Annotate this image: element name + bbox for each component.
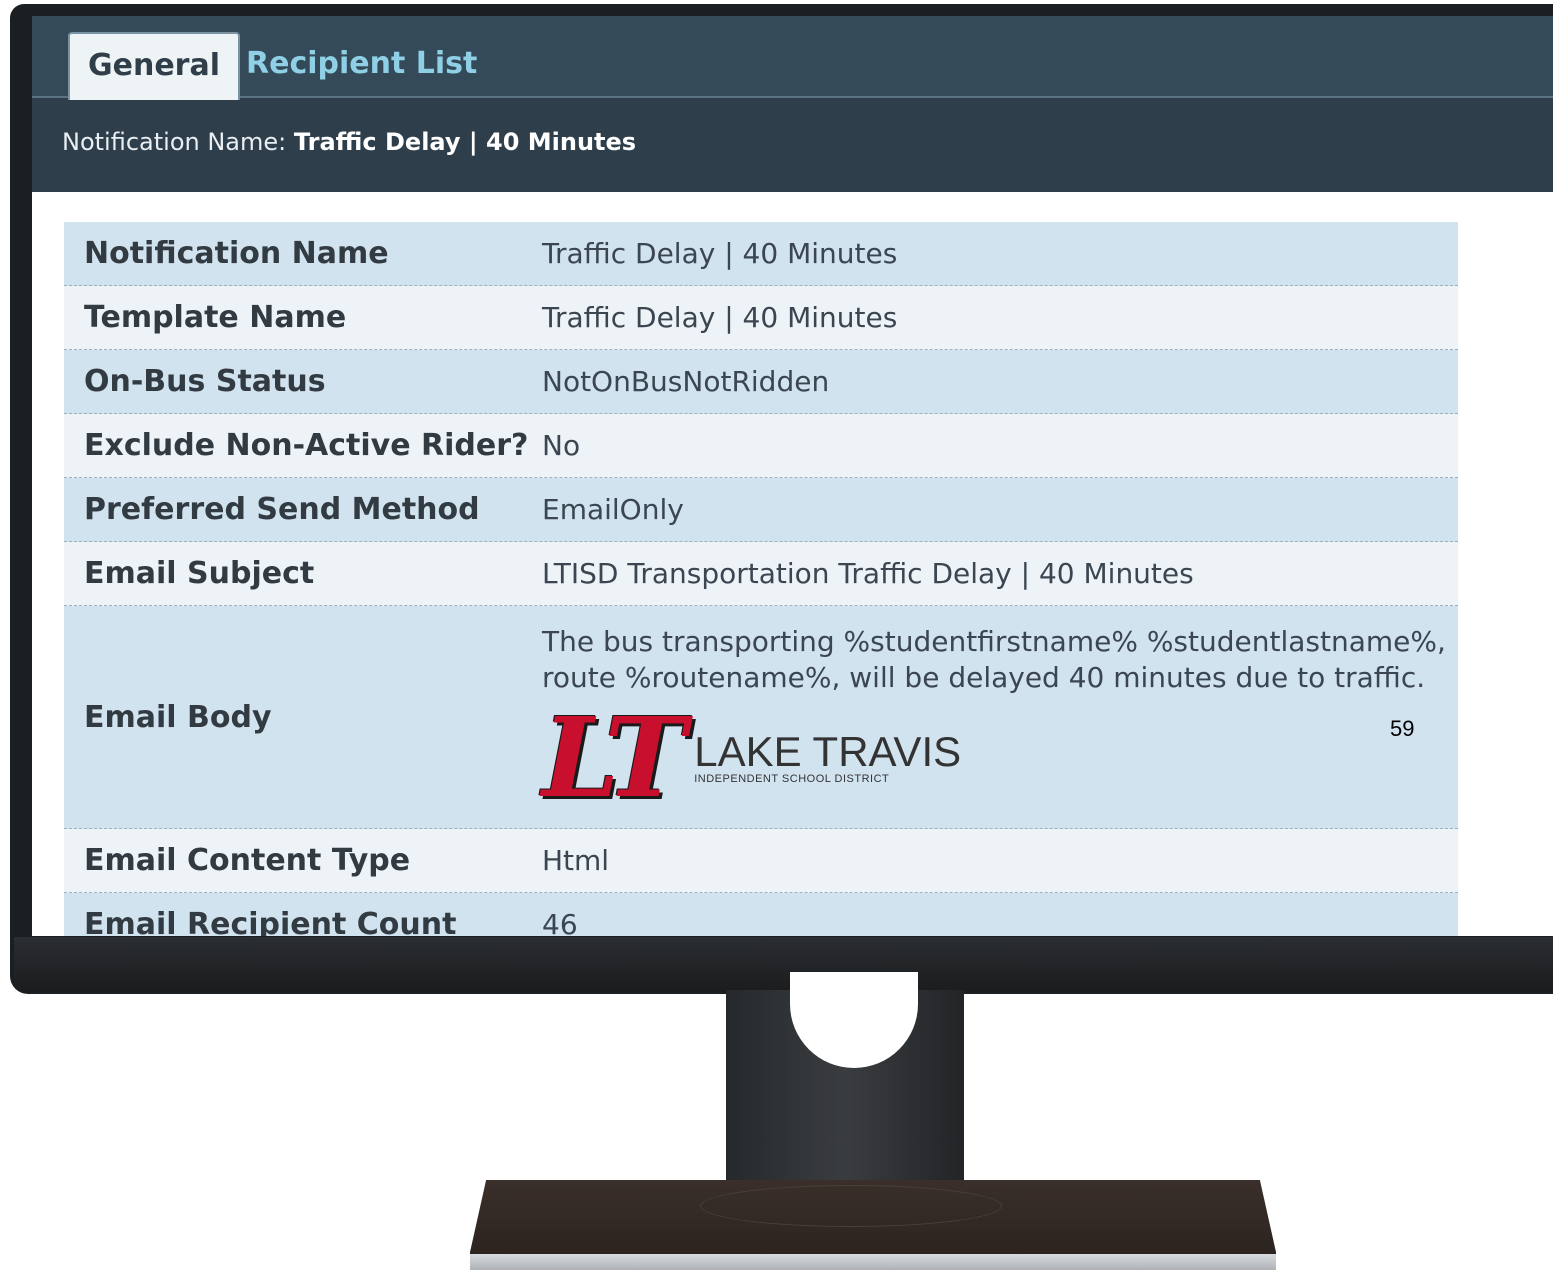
lt-logo-mark: LT: [542, 693, 686, 822]
table-row: Email Subject LTISD Transportation Traff…: [64, 542, 1458, 606]
row-value: 46: [542, 908, 578, 936]
tab-general[interactable]: General: [68, 32, 240, 100]
email-body-line: route %routename%, will be delayed 40 mi…: [542, 661, 1426, 694]
notification-name-header: Notification Name: Traffic Delay | 40 Mi…: [62, 128, 636, 156]
table-row: Notification Name Traffic Delay | 40 Min…: [64, 222, 1458, 286]
page-number: 59: [1390, 716, 1415, 741]
row-value: No: [542, 429, 581, 462]
table-row: Template Name Traffic Delay | 40 Minutes: [64, 286, 1458, 350]
stand-base-edge: [470, 1254, 1276, 1270]
row-label: Email Subject: [84, 556, 315, 591]
stand-base-pivot: [700, 1185, 1002, 1227]
app-header: General Recipient List Notification Name…: [32, 16, 1553, 192]
row-value: LTISD Transportation Traffic Delay | 40 …: [542, 557, 1194, 590]
row-label: Preferred Send Method: [84, 492, 480, 527]
table-row: Email Recipient Count 46: [64, 893, 1458, 936]
logo-wordmark: LAKE TRAVIS INDEPENDENT SCHOOL DISTRICT: [694, 728, 962, 786]
table-row: On-Bus Status NotOnBusNotRidden: [64, 350, 1458, 414]
monitor-screen: General Recipient List Notification Name…: [32, 16, 1553, 936]
tab-recipient-list[interactable]: Recipient List: [228, 32, 495, 96]
row-label: Email Body: [84, 699, 272, 735]
notification-name-prefix: Notification Name:: [62, 128, 287, 156]
table-row: Email Content Type Html: [64, 829, 1458, 893]
notification-name-header-value: Traffic Delay | 40 Minutes: [293, 128, 637, 156]
notification-details-table: Notification Name Traffic Delay | 40 Min…: [64, 222, 1458, 936]
row-label: Notification Name: [84, 236, 389, 271]
row-value: EmailOnly: [542, 493, 684, 526]
row-label: Email Content Type: [84, 843, 411, 878]
table-row: Exclude Non-Active Rider? No: [64, 414, 1458, 478]
table-row: Preferred Send Method EmailOnly: [64, 478, 1458, 542]
lake-travis-logo: LT LAKE TRAVIS INDEPENDENT SCHOOL DISTRI…: [542, 693, 1458, 822]
row-value: Traffic Delay | 40 Minutes: [542, 301, 898, 334]
email-body-line: The bus transporting %studentfirstname% …: [542, 625, 1446, 658]
row-label: Email Recipient Count: [84, 907, 457, 936]
tab-bar: General Recipient List: [32, 16, 1553, 100]
monitor-chin: [14, 937, 1553, 992]
row-value: NotOnBusNotRidden: [542, 365, 830, 398]
table-row: Email Body The bus transporting %student…: [64, 606, 1458, 829]
row-label: Exclude Non-Active Rider?: [84, 428, 529, 463]
row-label: On-Bus Status: [84, 364, 326, 399]
row-label: Template Name: [84, 300, 347, 335]
email-body-value: The bus transporting %studentfirstname% …: [542, 625, 1458, 822]
row-value: Html: [542, 844, 610, 877]
row-value: Traffic Delay | 40 Minutes: [542, 237, 898, 270]
logo-name: LAKE TRAVIS: [694, 728, 962, 775]
